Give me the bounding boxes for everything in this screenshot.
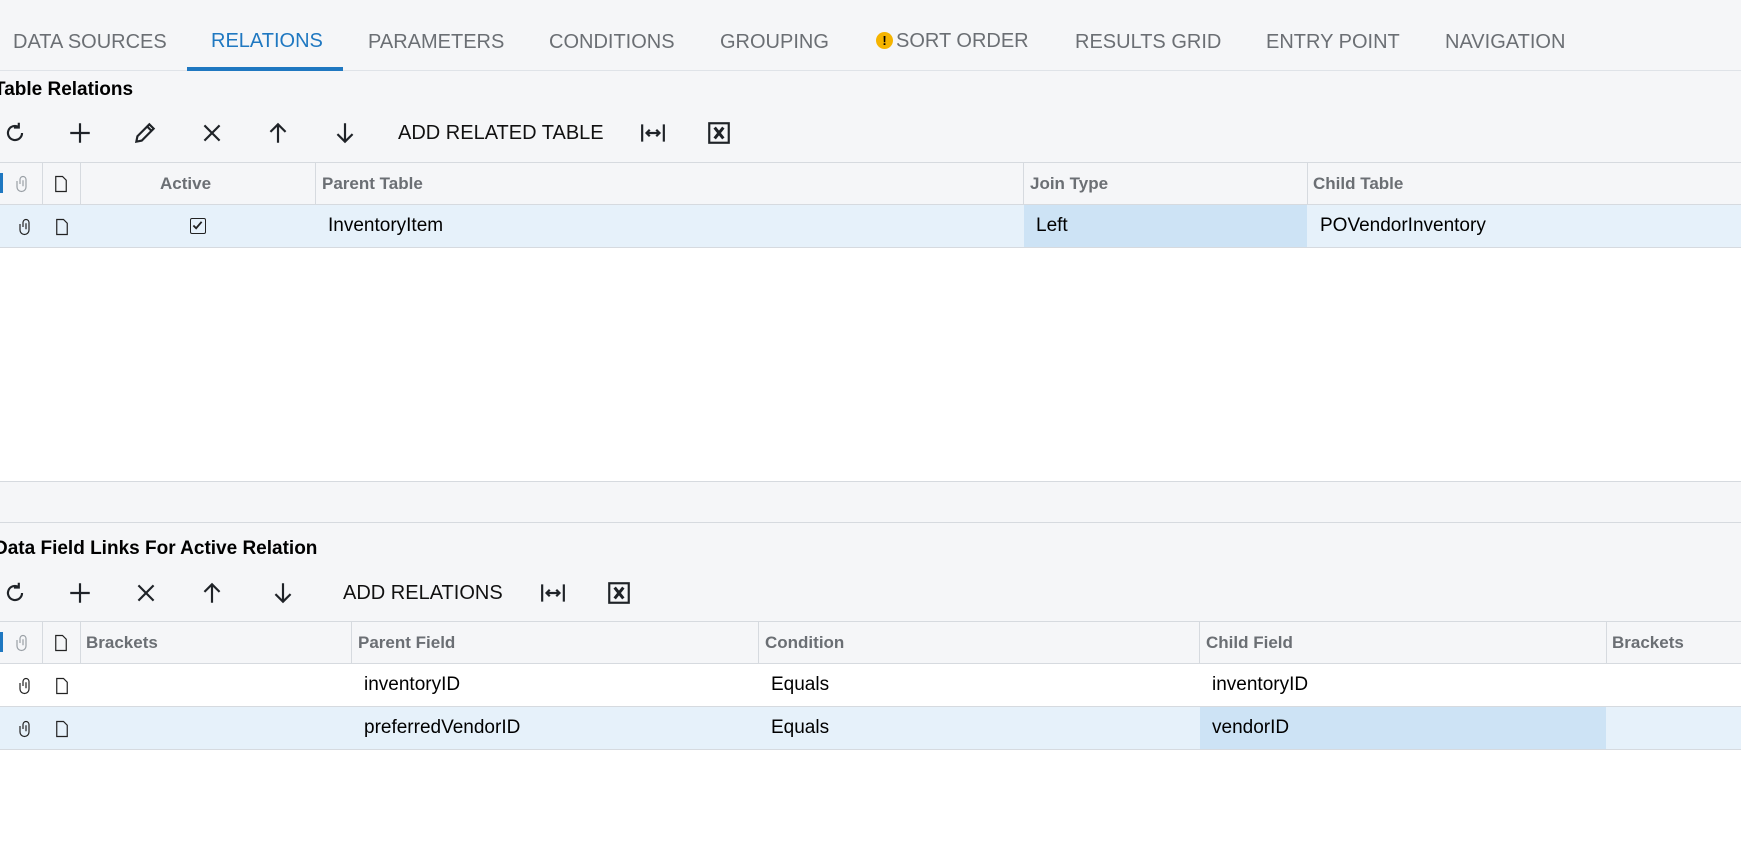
paperclip-icon[interactable] [16,217,36,237]
splitter[interactable] [0,481,1741,523]
add-relations-button[interactable]: ADD RELATIONS [343,581,503,605]
move-down-button[interactable] [330,118,360,148]
note-icon[interactable] [52,217,72,237]
export-excel-button[interactable] [704,118,734,148]
table-row[interactable]: preferredVendorID Equals vendorID [0,707,1741,750]
join-type-cell[interactable]: Left [1024,205,1307,247]
row-marker [0,173,3,193]
brackets-open-cell[interactable] [80,707,351,749]
column-parent-table[interactable]: Parent Table [322,163,423,204]
plus-icon [70,123,90,143]
move-down-button[interactable] [268,578,298,608]
column-brackets-close[interactable]: Brackets [1612,622,1684,663]
fit-columns-icon [541,584,565,602]
warning-icon: ! [876,32,893,49]
arrow-down-icon [274,583,292,604]
fit-columns-button[interactable] [538,578,568,608]
relations-section-title: Table Relations [0,79,134,100]
child-field-cell[interactable]: inventoryID [1200,664,1606,706]
move-up-button[interactable] [197,578,227,608]
condition-cell[interactable]: Equals [759,707,1199,749]
tab-parameters[interactable]: PARAMETERS [368,30,504,54]
plus-icon [70,583,90,603]
delete-row-button[interactable] [197,118,227,148]
delete-row-button[interactable] [131,578,161,608]
column-active[interactable]: Active [160,163,211,204]
parent-table-cell[interactable]: InventoryItem [316,205,1023,247]
links-section-title: Data Field Links For Active Relation [0,538,318,559]
paperclip-icon [12,633,34,653]
fit-columns-icon [641,124,665,142]
export-excel-button[interactable] [604,578,634,608]
add-row-button[interactable] [65,578,95,608]
note-icon [50,174,72,194]
table-row[interactable]: inventoryID Equals inventoryID [0,664,1741,707]
relations-header-area [0,71,1741,162]
parent-field-cell[interactable]: inventoryID [352,664,758,706]
child-field-cell[interactable]: vendorID [1200,707,1606,749]
arrow-up-icon [269,122,287,143]
tab-data-sources[interactable]: DATA SOURCES [13,30,167,54]
column-child-field[interactable]: Child Field [1206,622,1293,663]
brackets-close-cell[interactable] [1607,707,1741,749]
close-icon [203,124,221,142]
note-icon[interactable] [52,719,72,739]
tab-sort-order-label: SORT ORDER [896,30,1029,52]
tab-grouping[interactable]: GROUPING [720,30,829,54]
tab-relations[interactable]: RELATIONS [211,29,323,53]
tab-bar: DATA SOURCES RELATIONS PARAMETERS CONDIT… [0,0,1741,71]
add-related-table-button[interactable]: ADD RELATED TABLE [398,121,604,145]
excel-export-icon [708,122,730,144]
close-icon [137,584,155,602]
active-checkbox[interactable] [190,218,206,234]
note-icon[interactable] [52,676,72,696]
table-row[interactable]: InventoryItem Left POVendorInventory [0,205,1741,248]
column-child-table[interactable]: Child Table [1313,163,1403,204]
move-up-button[interactable] [263,118,293,148]
arrow-up-icon [203,582,221,603]
brackets-open-cell[interactable] [80,664,351,706]
column-parent-field[interactable]: Parent Field [358,622,455,663]
refresh-icon [6,582,24,602]
fit-columns-button[interactable] [638,118,668,148]
condition-cell[interactable]: Equals [759,664,1199,706]
tab-navigation[interactable]: NAVIGATION [1445,30,1565,54]
refresh-icon [6,122,24,142]
excel-export-icon [608,582,630,604]
edit-button[interactable] [130,118,160,148]
brackets-close-cell[interactable] [1607,664,1741,706]
child-table-cell[interactable]: POVendorInventory [1308,205,1741,247]
relations-grid-header: Active Parent Table Join Type Child Tabl… [0,162,1741,205]
parent-field-cell[interactable]: preferredVendorID [352,707,758,749]
paperclip-icon [12,174,34,194]
column-brackets-open[interactable]: Brackets [86,622,158,663]
tab-conditions[interactable]: CONDITIONS [549,30,675,54]
row-marker [0,632,3,652]
checkmark-icon [192,221,203,230]
tab-sort-order[interactable]: ! SORT ORDER [876,29,1029,53]
column-condition[interactable]: Condition [765,622,844,663]
paperclip-icon[interactable] [16,676,36,696]
pencil-icon [134,122,156,144]
refresh-button[interactable] [0,118,30,148]
add-row-button[interactable] [65,118,95,148]
refresh-button[interactable] [0,578,30,608]
tab-entry-point[interactable]: ENTRY POINT [1266,30,1400,54]
column-join-type[interactable]: Join Type [1030,163,1108,204]
tab-results-grid[interactable]: RESULTS GRID [1075,30,1221,54]
note-icon [50,633,72,653]
links-grid-header: Brackets Parent Field Condition Child Fi… [0,621,1741,664]
paperclip-icon[interactable] [16,719,36,739]
arrow-down-icon [336,123,354,144]
